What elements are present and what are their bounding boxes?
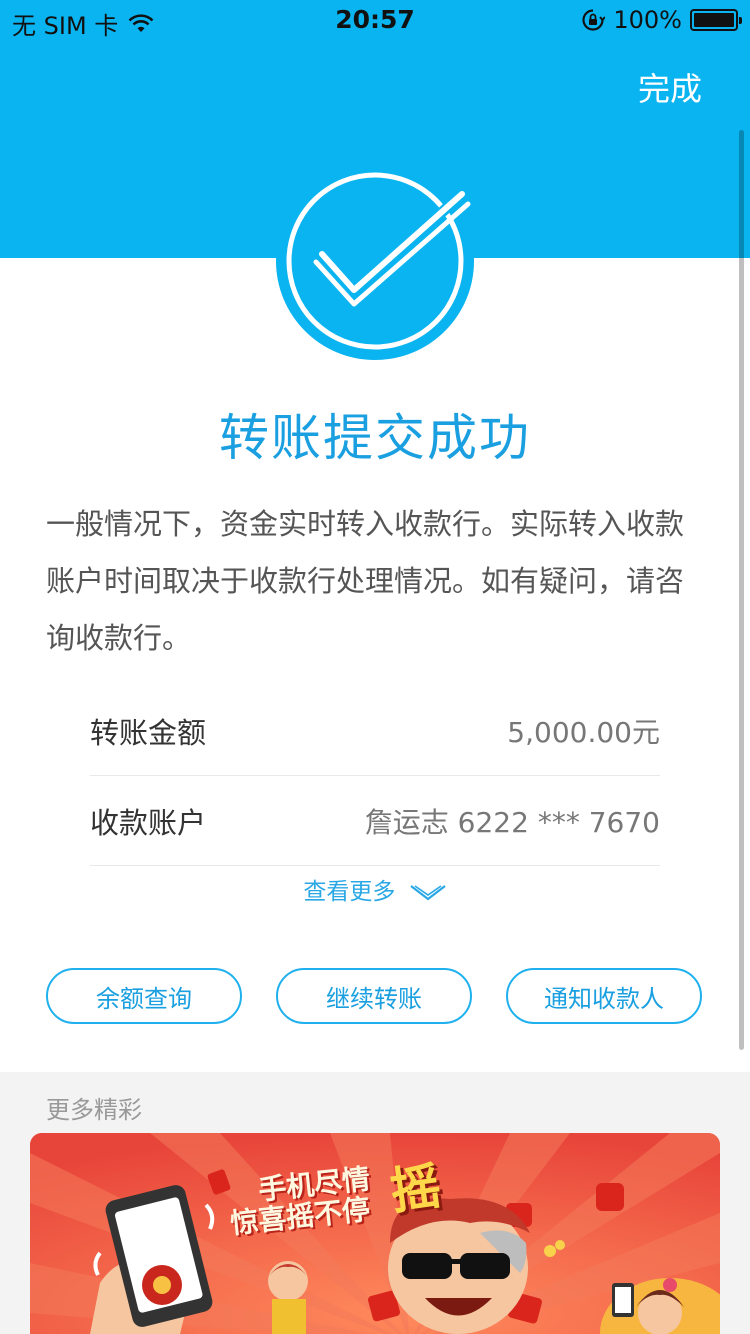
view-more-link[interactable]: 查看更多 [0, 872, 750, 906]
banner-text-highlight: 摇 [386, 1156, 445, 1222]
status-bar: 无 SIM 卡 20:57 100% [0, 0, 750, 40]
detail-row-amount: 转账金额 5,000.00元 [90, 686, 660, 776]
action-buttons: 余额查询 继续转账 通知收款人 [46, 968, 702, 1024]
banner-illustration [30, 1133, 720, 1334]
battery-percent: 100% [613, 6, 682, 34]
success-check-icon [276, 162, 474, 360]
done-button[interactable]: 完成 [638, 64, 702, 110]
detail-label: 收款账户 [90, 805, 207, 840]
notify-payee-button[interactable]: 通知收款人 [506, 968, 702, 1024]
detail-value: 詹运志 6222 *** 7670 [364, 805, 660, 839]
chevron-down-icon [409, 884, 446, 900]
detail-value: 5,000.00元 [507, 715, 660, 749]
detail-label: 转账金额 [90, 715, 207, 750]
result-title: 转账提交成功 [219, 409, 531, 467]
promo-banner[interactable]: 手机尽情 惊喜摇不停 摇 [30, 1133, 720, 1334]
battery-icon [690, 9, 742, 31]
view-more-label: 查看更多 [303, 879, 396, 905]
status-right: 100% [581, 6, 742, 34]
detail-row-account: 收款账户 詹运志 6222 *** 7670 [90, 776, 660, 866]
balance-query-button[interactable]: 余额查询 [46, 968, 242, 1024]
continue-transfer-button[interactable]: 继续转账 [276, 968, 472, 1024]
result-description: 一般情况下，资金实时转入收款行。实际转入收款账户时间取决于收款行处理情况。如有疑… [46, 507, 685, 655]
more-section-title: 更多精彩 [46, 1096, 142, 1124]
scrollbar[interactable] [739, 130, 744, 1050]
rotation-lock-icon [582, 9, 606, 31]
